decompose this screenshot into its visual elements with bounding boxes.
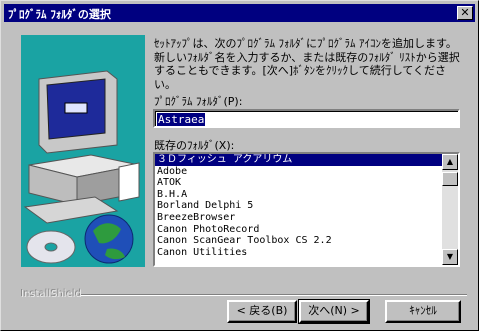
setup-illustration	[21, 35, 145, 267]
scroll-thumb[interactable]	[442, 172, 458, 186]
folder-item[interactable]: Canon ScanGear Toolbox CS 2.2	[155, 235, 443, 247]
existing-folders-list[interactable]: ３Ｄフィッシュ アクアリウム Adobe ATOK B.H.A Borland …	[153, 152, 460, 267]
program-folder-input[interactable]: Astraea	[153, 109, 460, 128]
instructions-text: ｾｯﾄｱｯﾌﾟは、次のﾌﾟﾛｸﾞﾗﾑ ﾌｫﾙﾀﾞにﾌﾟﾛｸﾞﾗﾑ ｱｲｺﾝを追加…	[154, 37, 460, 91]
next-button[interactable]: 次へ(N) >	[298, 299, 370, 324]
scroll-down-icon[interactable]: ▼	[442, 249, 458, 265]
list-scrollbar[interactable]: ▲ ▼	[442, 154, 458, 265]
globe-icon	[84, 214, 134, 264]
close-button[interactable]: ✕	[457, 6, 473, 20]
folder-item[interactable]: Borland Delphi 5	[155, 200, 443, 212]
folder-item[interactable]: ATOK	[155, 177, 443, 189]
folder-item[interactable]: Adobe	[155, 166, 443, 178]
folder-item[interactable]: Canon PhotoRecord	[155, 224, 443, 236]
folder-item[interactable]: ３Ｄフィッシュ アクアリウム	[155, 154, 443, 166]
folder-item[interactable]: Canon Utilities	[155, 247, 443, 259]
existing-folders-label: 既存のﾌｫﾙﾀﾞ(X):	[154, 139, 235, 152]
cd-discs-icon	[26, 230, 76, 264]
window-title: ﾌﾟﾛｸﾞﾗﾑ ﾌｫﾙﾀﾞの選択	[8, 8, 111, 21]
folder-list-items: ３Ｄフィッシュ アクアリウム Adobe ATOK B.H.A Borland …	[155, 154, 443, 265]
program-folder-label: ﾌﾟﾛｸﾞﾗﾑ ﾌｫﾙﾀﾞ(P):	[154, 95, 243, 108]
title-bar[interactable]: ﾌﾟﾛｸﾞﾗﾑ ﾌｫﾙﾀﾞの選択 ✕	[4, 4, 475, 22]
folder-item[interactable]: B.H.A	[155, 189, 443, 201]
back-button[interactable]: < 戻る(B)	[227, 300, 297, 323]
cancel-button[interactable]: ｷｬﾝｾﾙ	[385, 300, 461, 323]
separator	[81, 294, 467, 296]
program-folder-value[interactable]: Astraea	[157, 113, 206, 126]
dialog-window: ﾌﾟﾛｸﾞﾗﾑ ﾌｫﾙﾀﾞの選択 ✕ ｾｯﾄｱｯﾌﾟは、次のﾌﾟﾛｸﾞﾗﾑ ﾌｫ…	[0, 0, 479, 331]
scroll-up-icon[interactable]: ▲	[442, 154, 458, 170]
installshield-brand: InstallShield	[21, 289, 82, 300]
folder-item[interactable]: BreezeBrowser	[155, 212, 443, 224]
